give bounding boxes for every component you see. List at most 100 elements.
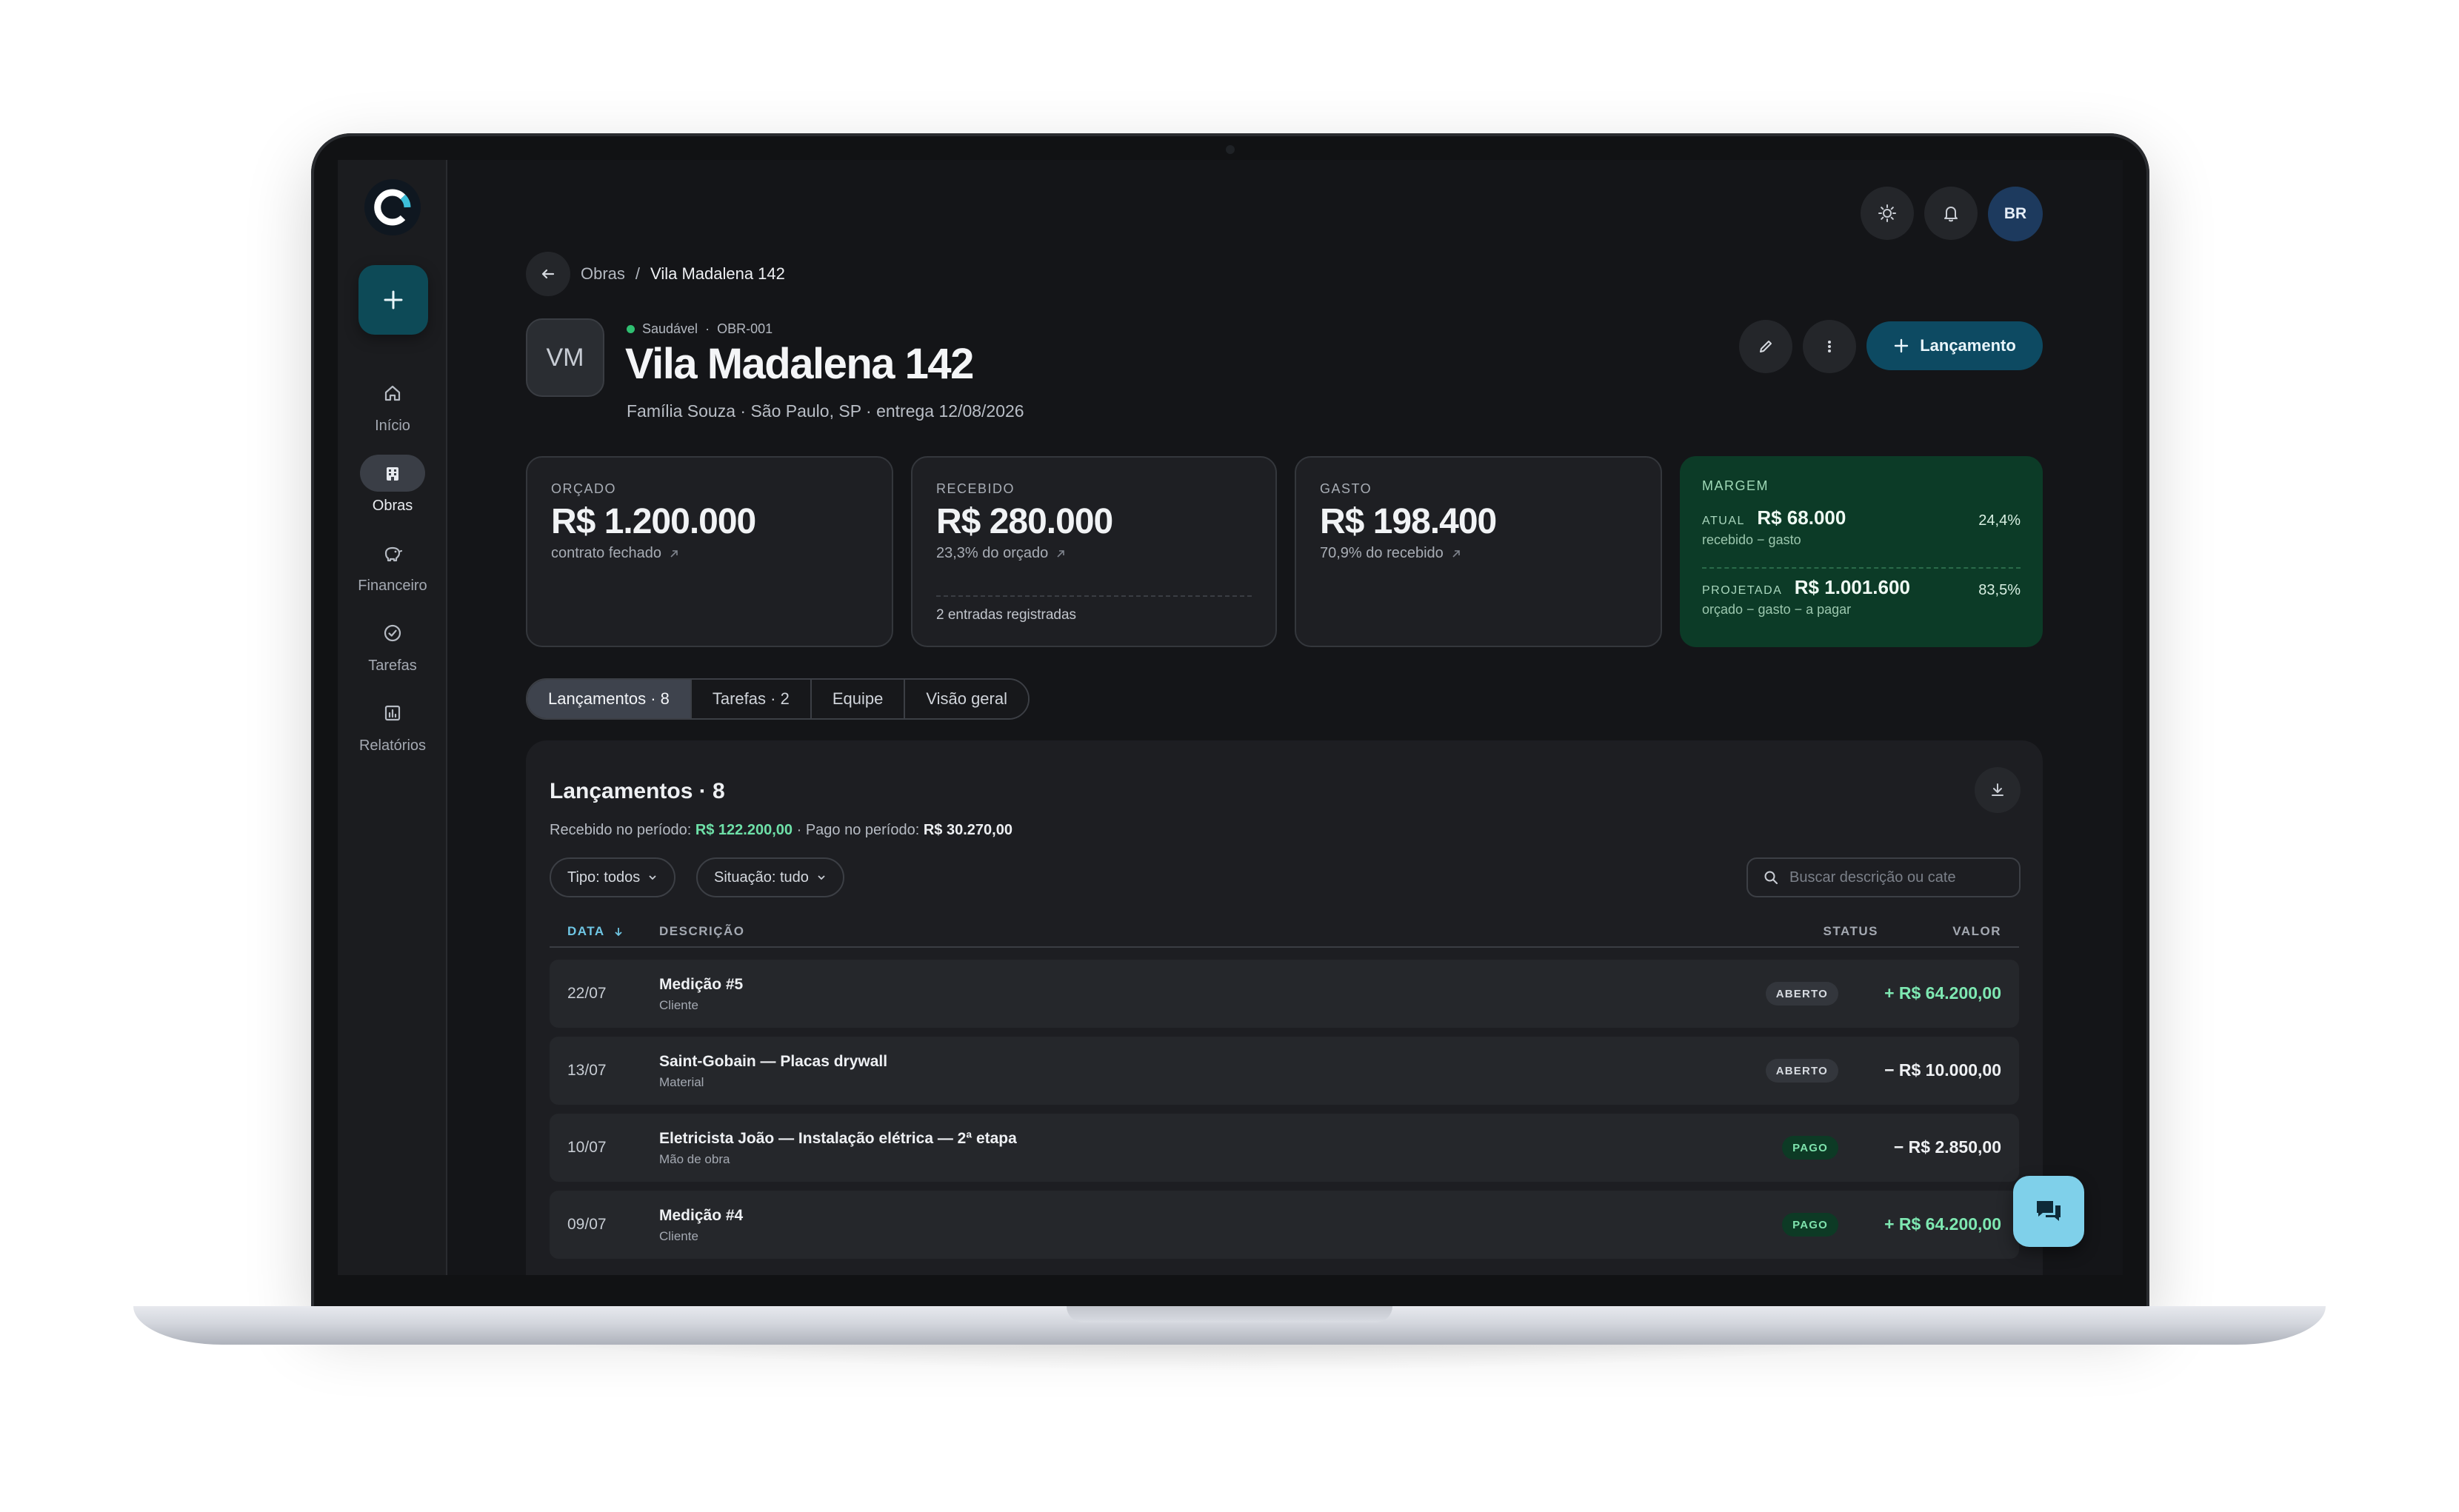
user-avatar[interactable]: BR (1988, 187, 2043, 241)
margin-divider (1702, 567, 2021, 569)
row-value: − R$ 10.000,00 (1884, 1060, 2001, 1080)
table-row[interactable]: 09/07 Medição #4 Cliente PAGO + R$ 64.20… (550, 1191, 2019, 1259)
margin-percent: 83,5% (1978, 582, 2021, 598)
kpi-label: ORÇADO (551, 481, 617, 496)
app-logo[interactable] (364, 179, 421, 235)
kpi-note: contrato fechado (551, 545, 868, 562)
chevron-down-icon (649, 875, 656, 880)
plus-icon (1895, 338, 1909, 353)
row-value: − R$ 2.850,00 (1893, 1137, 2001, 1157)
table-row[interactable]: 13/07 Saint-Gobain — Placas drywall Mate… (550, 1037, 2019, 1105)
breadcrumb: Obras / Vila Madalena 142 (581, 264, 785, 284)
sidebar-item-relatorios[interactable]: Relatórios (338, 695, 447, 769)
download-icon (1992, 783, 2003, 796)
arrow-up-right-icon (1057, 549, 1065, 558)
margin-atual-row: ATUAL R$ 68.000 24,4% recebido − gasto (1702, 506, 2021, 548)
chevron-down-icon (818, 875, 825, 880)
kpi-label: MARGEM (1702, 478, 1769, 493)
status-badge: PAGO (1782, 1136, 1838, 1160)
theme-toggle-button[interactable] (1861, 187, 1914, 240)
status-badge: PAGO (1782, 1213, 1838, 1237)
sidebar-item-label: Tarefas (368, 658, 417, 674)
arrow-up-right-icon (670, 549, 678, 558)
table-row[interactable]: 10/07 Eletricista João — Instalação elét… (550, 1114, 2019, 1182)
period-summary: Recebido no período: R$ 122.200,00 · Pag… (550, 822, 1012, 839)
status-badge: ABERTO (1765, 1059, 1838, 1083)
sun-icon (1878, 204, 1896, 222)
received-label: Recebido no período: (550, 822, 692, 838)
kpi-card-gasto: GASTO R$ 198.400 70,9% do recebido (1295, 456, 1662, 647)
column-value[interactable]: VALOR (1952, 924, 2001, 939)
sidebar-item-label: Relatórios (358, 737, 427, 754)
sidebar-item-obras[interactable]: Obras (338, 455, 447, 529)
row-description: Medição #4 (659, 1207, 744, 1224)
piggy-bank-icon (384, 546, 403, 562)
ledger-panel: Lançamentos · 8 Recebido no período: R$ … (526, 740, 2043, 1275)
health-dot-icon (627, 325, 635, 333)
kpi-card-orcado: ORÇADO R$ 1.200.000 contrato fechado (526, 456, 893, 647)
kpi-value: R$ 280.000 (936, 502, 1113, 541)
project-meta: Saudável · OBR-001 (627, 321, 773, 337)
camera (1226, 145, 1235, 154)
type-filter[interactable]: Tipo: todos (550, 857, 676, 897)
search-input[interactable]: Buscar descrição ou cate (1746, 857, 2021, 897)
row-value: + R$ 64.200,00 (1884, 1214, 2001, 1234)
health-status: Saudável (642, 321, 698, 336)
tab-equipe[interactable]: Equipe (811, 680, 906, 718)
row-category: Cliente (659, 998, 698, 1012)
sidebar-item-inicio[interactable]: Início (338, 375, 447, 449)
kpi-divider (936, 595, 1252, 597)
row-category: Mão de obra (659, 1152, 730, 1166)
sidebar-item-label: Financeiro (358, 578, 427, 594)
column-status[interactable]: STATUS (1824, 924, 1878, 939)
arrow-up-right-icon (1452, 549, 1460, 558)
table-row[interactable]: 22/07 Medição #5 Cliente ABERTO + R$ 64.… (550, 960, 2019, 1028)
status-filter[interactable]: Situação: tudo (696, 857, 844, 897)
table-header: DATA DESCRIÇÃO STATUS VALOR (550, 918, 2019, 948)
sidebar-item-financeiro[interactable]: Financeiro (338, 535, 447, 609)
margin-projetada-row: PROJETADA R$ 1.001.600 83,5% orçado − ga… (1702, 576, 2021, 618)
breadcrumb-current: Vila Madalena 142 (650, 264, 785, 283)
sidebar-item-tarefas[interactable]: Tarefas (338, 615, 447, 689)
row-category: Cliente (659, 1229, 698, 1243)
row-description: Saint-Gobain — Placas drywall (659, 1053, 888, 1070)
page-title: Vila Madalena 142 (625, 340, 974, 388)
project-subtitle: Família Souza · São Paulo, SP · entrega … (627, 401, 1024, 421)
breadcrumb-parent[interactable]: Obras (581, 264, 625, 284)
kpi-card-recebido: RECEBIDO R$ 280.000 23,3% do orçado 2 en… (911, 456, 1277, 647)
tab-lancamentos[interactable]: Lançamentos · 8 (527, 680, 692, 718)
kpi-label: GASTO (1320, 481, 1372, 496)
row-date: 13/07 (567, 1062, 607, 1079)
pencil-icon (1760, 341, 1772, 352)
bar-chart-icon (384, 705, 401, 721)
more-options-button[interactable] (1803, 320, 1856, 373)
notifications-button[interactable] (1924, 187, 1978, 240)
kpi-card-margem: MARGEM ATUAL R$ 68.000 24,4% recebido − … (1680, 456, 2043, 647)
breadcrumb-separator: / (635, 264, 641, 283)
meta-separator: · (705, 321, 710, 336)
margin-percent: 24,4% (1978, 512, 2021, 529)
back-button[interactable] (526, 252, 570, 296)
chat-bubbles-icon (2037, 1201, 2061, 1221)
app-screen: Início Obras Financeiro Tarefas Relatóri… (338, 160, 2123, 1275)
paid-value: R$ 30.270,00 (923, 822, 1012, 838)
tab-visao-geral[interactable]: Visão geral (905, 680, 1028, 718)
download-button[interactable] (1975, 767, 2021, 813)
kpi-value: R$ 198.400 (1320, 502, 1497, 541)
kpi-note: 23,3% do orçado (936, 545, 1252, 562)
sidebar-item-label: Obras (372, 498, 413, 514)
tab-tarefas[interactable]: Tarefas · 2 (691, 680, 812, 718)
margin-value: R$ 1.001.600 (1794, 576, 1910, 598)
sidebar-item-label: Início (375, 418, 410, 434)
chat-button[interactable] (2013, 1176, 2084, 1247)
kpi-label: RECEBIDO (936, 481, 1015, 496)
check-circle-icon (384, 624, 401, 642)
new-item-button[interactable] (358, 265, 428, 335)
paid-label: · Pago no período: (796, 822, 920, 838)
edit-button[interactable] (1739, 320, 1792, 373)
margin-tag: ATUAL (1702, 515, 1745, 527)
project-code: OBR-001 (717, 321, 773, 336)
column-date[interactable]: DATA (567, 924, 624, 939)
column-description[interactable]: DESCRIÇÃO (659, 924, 745, 939)
new-lancamento-button[interactable]: Lançamento (1866, 321, 2043, 370)
